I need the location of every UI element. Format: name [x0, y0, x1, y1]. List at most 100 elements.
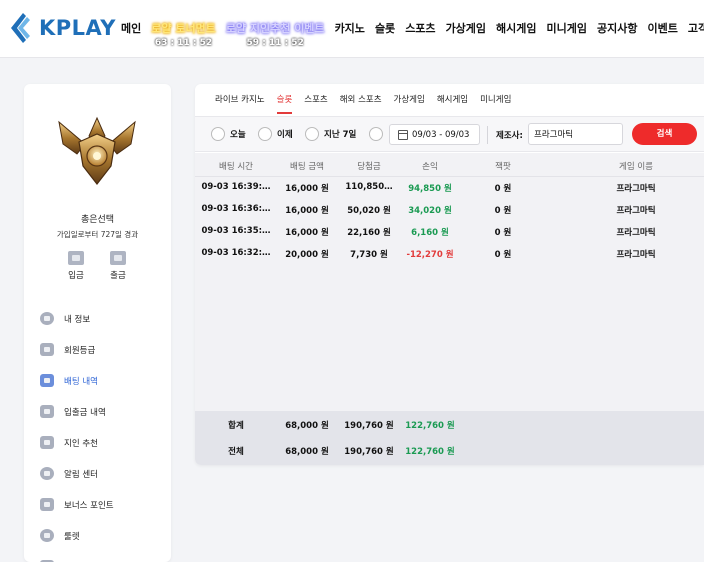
date-range-value: 09/03 - 09/03 — [412, 129, 470, 140]
column-header[interactable]: 잭팟 — [478, 160, 528, 172]
withdraw-button[interactable]: 출금 — [98, 251, 138, 281]
cell-bet: 16,000 원 — [285, 184, 329, 194]
cell-bet: 16,000 원 — [285, 228, 329, 238]
withdraw-label: 출금 — [110, 271, 126, 281]
search-button[interactable]: 검색 — [632, 123, 697, 145]
cell-win: 110,850… — [345, 182, 393, 192]
deposit-button[interactable]: 입금 — [56, 251, 96, 281]
cell-game: 프라그마틱 — [616, 206, 656, 216]
cell-win: 7,730 원 — [350, 250, 388, 260]
account-sidebar: 총은선택 가입일로부터 727일 경과 입금 출금 내 정보 회원등급 배팅 내역 입… — [24, 84, 171, 562]
filter-custom[interactable] — [369, 127, 388, 141]
sidebar-item-2[interactable]: 배팅 내역 — [40, 365, 114, 396]
filter-today[interactable]: 오늘 — [211, 127, 246, 141]
nav-item-9[interactable]: 공지사항 — [597, 22, 637, 36]
cell-time: 09-03 16:39:… — [201, 182, 271, 192]
filter-bar: 오늘 이제 지난 7일 09/03 - 09/03 제조사: 검색 — [195, 116, 704, 152]
sidebar-item-7[interactable]: 룰렛 — [40, 520, 114, 551]
nav-item-11[interactable]: 고객센터 — [688, 22, 704, 36]
nav-item-1[interactable]: 로얄 토너먼트 63 : 11 : 52 — [151, 22, 216, 49]
cell-game: 프라그마틱 — [616, 228, 656, 238]
rank-emblem-icon — [58, 116, 136, 185]
sidebar-item-label: 입출금 내역 — [64, 407, 106, 418]
filter-last7[interactable]: 지난 7일 — [305, 127, 356, 141]
column-header[interactable]: 손익 — [397, 160, 463, 172]
deposit-label: 입금 — [68, 271, 84, 281]
summary-pnl: 122,760 원 — [405, 447, 455, 457]
nav-item-2[interactable]: 로얄 지인추천 이벤트 59 : 11 : 52 — [226, 22, 325, 49]
sidebar-item-1[interactable]: 회원등급 — [40, 334, 114, 365]
promo-countdown: 59 : 11 : 52 — [246, 38, 304, 48]
logo-text: KPLAY — [39, 16, 116, 40]
date-range-picker[interactable]: 09/03 - 09/03 — [389, 124, 480, 145]
calendar-icon — [398, 129, 408, 140]
table-row[interactable]: 09-03 16:36:… 16,000 원 50,020 원 34,020 원 0 원… — [195, 199, 704, 221]
cell-time: 09-03 16:35:… — [201, 226, 271, 236]
table-row[interactable]: 09-03 16:35:… 16,000 원 22,160 원 6,160 원 0 원 프… — [195, 221, 704, 243]
sidebar-item-5[interactable]: 알림 센터 — [40, 458, 114, 489]
summary-label: 합계 — [228, 421, 244, 431]
tab-1[interactable]: 슬롯 — [276, 94, 292, 116]
betting-history-icon — [40, 374, 54, 387]
sidebar-item-label: 회원등급 — [64, 345, 96, 356]
table-row[interactable]: 09-03 16:39:… 16,000 원 110,850… 94,850 원 0 원… — [195, 177, 704, 199]
cell-jackpot: 0 원 — [494, 184, 512, 194]
column-header[interactable]: 배팅 시간 — [198, 160, 274, 172]
deposit-icon — [68, 251, 84, 265]
table-header: 배팅 시간 배팅 금액 당첨금 손익 잭팟 게임 이름 — [195, 153, 704, 177]
tab-2[interactable]: 스포츠 — [304, 94, 327, 116]
sidebar-item-label: 배팅 내역 — [64, 376, 98, 387]
tab-0[interactable]: 라이브 카지노 — [215, 94, 265, 116]
provider-label: 제조사: — [496, 131, 523, 141]
cell-pnl: -12,270 원 — [406, 250, 454, 260]
tab-5[interactable]: 해시게임 — [437, 94, 468, 116]
main-nav: 메인 로얄 토너먼트 63 : 11 : 52 로얄 지인추천 이벤트 59 : 11 … — [121, 22, 704, 49]
nav-item-6[interactable]: 가상게임 — [446, 22, 486, 36]
column-header[interactable]: 당첨금 — [338, 160, 400, 172]
nav-item-3[interactable]: 카지노 — [335, 22, 365, 36]
nav-item-5[interactable]: 스포츠 — [405, 22, 435, 36]
sidebar-item-8[interactable]: 출석부 — [40, 551, 114, 562]
radio-circle-icon — [258, 127, 272, 141]
nav-item-8[interactable]: 미니게임 — [547, 22, 587, 36]
sidebar-item-6[interactable]: 보너스 포인트 — [40, 489, 114, 520]
nav-item-10[interactable]: 이벤트 — [648, 22, 678, 36]
sidebar-item-4[interactable]: 지인 추천 — [40, 427, 114, 458]
kplay-logo-icon — [11, 13, 30, 43]
tab-4[interactable]: 가상게임 — [394, 94, 425, 116]
betting-history-panel: 라이브 카지노 슬롯 스포츠 해외 스포츠 가상게임 해시게임 미니게임 오늘 이제 지난 … — [195, 84, 704, 465]
cell-pnl: 6,160 원 — [411, 228, 449, 238]
nav-item-0[interactable]: 메인 — [121, 22, 141, 36]
cell-game: 프라그마틱 — [616, 250, 656, 260]
roulette-icon — [40, 529, 54, 542]
summary-pnl: 122,760 원 — [405, 421, 455, 431]
provider-input[interactable] — [528, 123, 623, 145]
filter-yesterday[interactable]: 이제 — [258, 127, 293, 141]
column-header[interactable]: 배팅 금액 — [276, 160, 338, 172]
table-summary: 합계 68,000 원 190,760 원 122,760 원 전체 68,000 원 19… — [195, 411, 704, 465]
tab-6[interactable]: 미니게임 — [480, 94, 511, 116]
cell-bet: 16,000 원 — [285, 206, 329, 216]
sidebar-item-label: 지인 추천 — [64, 438, 98, 449]
mail-icon — [40, 436, 54, 449]
sidebar-item-label: 알림 센터 — [64, 469, 98, 480]
cell-jackpot: 0 원 — [494, 250, 512, 260]
sidebar-item-3[interactable]: 입출금 내역 — [40, 396, 114, 427]
promo-title: 로얄 지인추천 이벤트 — [225, 22, 325, 35]
sidebar-item-0[interactable]: 내 정보 — [40, 303, 114, 334]
table-row[interactable]: 09-03 16:32:… 20,000 원 7,730 원 -12,270 원 0 원… — [195, 243, 704, 265]
cell-time: 09-03 16:36:… — [201, 204, 271, 214]
top-navbar: KPLAY 메인 로얄 토너먼트 63 : 11 : 52 로얄 지인추천 이벤트 59… — [0, 0, 704, 58]
cell-jackpot: 0 원 — [494, 206, 512, 216]
sidebar-item-label: 룰렛 — [64, 531, 80, 542]
filter-yesterday-label: 이제 — [277, 130, 293, 140]
column-header[interactable]: 게임 이름 — [591, 160, 681, 172]
tab-3[interactable]: 해외 스포츠 — [340, 94, 382, 116]
nav-item-7[interactable]: 해시게임 — [496, 22, 536, 36]
summary-label: 전체 — [228, 447, 244, 457]
site-logo[interactable]: KPLAY — [11, 13, 116, 43]
radio-circle-icon — [369, 127, 383, 141]
cell-pnl: 94,850 원 — [408, 184, 452, 194]
nav-item-4[interactable]: 슬롯 — [375, 22, 395, 36]
summary-win: 190,760 원 — [344, 447, 394, 457]
